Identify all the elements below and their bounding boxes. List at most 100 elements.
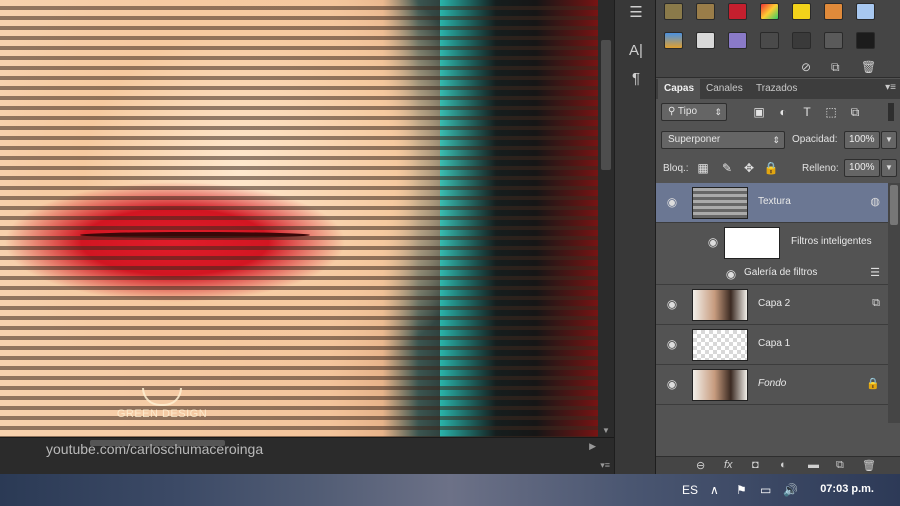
layer-row-capa-1[interactable]: ◉ Capa 1 bbox=[656, 325, 888, 365]
style-swatch[interactable] bbox=[664, 32, 683, 49]
layer-row-textura[interactable]: ◉ Textura ◍ bbox=[656, 183, 888, 223]
properties-sliders-icon[interactable]: ☰ bbox=[624, 2, 648, 24]
smart-filter-badge-icon[interactable]: ◍ bbox=[870, 195, 880, 208]
fill-field[interactable]: 100% bbox=[844, 159, 880, 177]
trash-icon[interactable]: 🗑 bbox=[861, 60, 876, 74]
layer-name[interactable]: Capa 2 bbox=[758, 298, 790, 309]
layer-row-fondo[interactable]: ◉ Fondo 🔒 bbox=[656, 365, 888, 405]
style-swatch[interactable] bbox=[728, 32, 747, 49]
blend-row: Superponer ⇕ Opacidad: 100% ▼ bbox=[656, 128, 900, 152]
document-canvas[interactable]: GREEN DESIGN bbox=[0, 0, 598, 437]
chevron-updown-icon: ⇕ bbox=[714, 107, 722, 117]
layer-thumbnail bbox=[692, 289, 748, 321]
layer-name[interactable]: Textura bbox=[758, 196, 791, 207]
panel-menu-icon[interactable]: ▾≡ bbox=[600, 460, 610, 471]
add-mask-icon[interactable]: ◘ bbox=[752, 459, 759, 471]
layer-row-capa-2[interactable]: ◉ Capa 2 ⧉ bbox=[656, 285, 888, 325]
windows-taskbar: ES ∧ ⚑ ▭ 🔊 07:03 p.m. bbox=[0, 474, 900, 506]
action-center-flag-icon[interactable]: ⚑ bbox=[736, 483, 747, 497]
character-text-icon[interactable]: A| bbox=[624, 40, 648, 62]
lock-position-icon[interactable]: ✥ bbox=[740, 159, 758, 177]
adjustment-layer-icon[interactable]: ◐ bbox=[780, 459, 787, 471]
texture-scanlines bbox=[0, 0, 598, 437]
style-swatch[interactable] bbox=[792, 3, 811, 20]
delete-layer-trash-icon[interactable]: 🗑 bbox=[862, 459, 876, 472]
style-swatch[interactable] bbox=[856, 32, 875, 49]
volume-icon[interactable]: 🔊 bbox=[783, 483, 798, 497]
layers-scrollbar[interactable] bbox=[888, 183, 900, 423]
styles-swatches-grid bbox=[656, 0, 900, 58]
styles-toolbar: ⊘ ⧉ 🗑 bbox=[656, 58, 900, 78]
clear-style-icon[interactable]: ⊘ bbox=[801, 60, 811, 74]
lock-image-pixels-icon[interactable]: ✎ bbox=[718, 159, 736, 177]
youtube-url-overlay: youtube.com/carloschumaceroinga bbox=[46, 441, 264, 457]
style-swatch[interactable] bbox=[824, 3, 843, 20]
adjustment-filter-icon[interactable]: ◐ bbox=[774, 103, 792, 121]
shape-filter-icon[interactable]: ⬚ bbox=[822, 103, 840, 121]
style-swatch[interactable] bbox=[696, 3, 715, 20]
vertical-scroll-thumb[interactable] bbox=[601, 40, 611, 170]
style-swatch[interactable] bbox=[792, 32, 811, 49]
visibility-eye-icon[interactable]: ◉ bbox=[665, 195, 679, 209]
opacity-field[interactable]: 100% bbox=[844, 131, 880, 149]
link-layers-icon[interactable]: ⊖ bbox=[696, 459, 705, 472]
right-panel: ⊘ ⧉ 🗑 Capas Canales Trazados ▾≡ ⚲ Tipo ⇕… bbox=[656, 0, 900, 474]
visibility-eye-icon[interactable]: ◉ bbox=[724, 267, 738, 281]
visibility-eye-icon[interactable]: ◉ bbox=[665, 377, 679, 391]
pixel-filter-icon[interactable]: ▣ bbox=[750, 103, 768, 121]
collapsed-panels-strip: ☰ A| ¶ bbox=[614, 0, 656, 474]
lock-row: Bloq.: ▦ ✎ ✥ 🔒 Relleno: 100% ▼ bbox=[656, 156, 900, 180]
show-hidden-icons-chevron-up-icon[interactable]: ∧ bbox=[710, 483, 719, 497]
tab-capas[interactable]: Capas bbox=[658, 79, 701, 99]
layer-row-smart-filters[interactable]: ◉ Filtros inteligentes bbox=[656, 223, 888, 263]
tab-canales[interactable]: Canales bbox=[700, 79, 749, 99]
style-swatch[interactable] bbox=[728, 3, 747, 20]
layer-name[interactable]: Filtros inteligentes bbox=[791, 236, 872, 247]
scroll-down-arrow-icon[interactable]: ▼ bbox=[602, 426, 610, 435]
tab-trazados[interactable]: Trazados bbox=[750, 79, 803, 99]
layer-thumbnail bbox=[692, 187, 748, 219]
filter-mask-thumbnail[interactable] bbox=[724, 227, 780, 259]
layer-filter-row: ⚲ Tipo ⇕ ▣ ◐ T ⬚ ⧉ bbox=[656, 100, 900, 124]
layer-name[interactable]: Fondo bbox=[758, 378, 786, 389]
fill-label: Relleno: bbox=[802, 163, 839, 174]
paragraph-icon[interactable]: ¶ bbox=[624, 68, 648, 90]
language-indicator[interactable]: ES bbox=[682, 483, 698, 497]
filter-toggle-switch[interactable] bbox=[888, 103, 894, 121]
smart-object-filter-icon[interactable]: ⧉ bbox=[846, 103, 864, 121]
visibility-eye-icon[interactable]: ◉ bbox=[706, 235, 720, 249]
layer-thumbnail bbox=[692, 329, 748, 361]
canvas-vertical-scrollbar[interactable]: ▼ bbox=[598, 0, 614, 437]
layer-style-fx-icon[interactable]: fx bbox=[724, 459, 733, 471]
lock-transparent-pixels-icon[interactable]: ▦ bbox=[694, 159, 712, 177]
type-filter-icon[interactable]: T bbox=[798, 103, 816, 121]
layer-name[interactable]: Galería de filtros bbox=[744, 267, 817, 278]
network-icon[interactable]: ▭ bbox=[760, 483, 771, 497]
style-swatch[interactable] bbox=[664, 3, 683, 20]
new-group-folder-icon[interactable]: ▬ bbox=[808, 459, 819, 471]
panel-options-menu-icon[interactable]: ▾≡ bbox=[885, 82, 896, 93]
layers-scroll-thumb[interactable] bbox=[890, 185, 898, 225]
lock-label: Bloq.: bbox=[663, 163, 689, 174]
opacity-dropdown-button[interactable]: ▼ bbox=[881, 131, 897, 149]
lock-all-icon[interactable]: 🔒 bbox=[762, 159, 780, 177]
style-swatch[interactable] bbox=[824, 32, 843, 49]
fill-dropdown-button[interactable]: ▼ bbox=[881, 159, 897, 177]
layers-panel-footer: ⊖ fx ◘ ◐ ▬ ⧉ 🗑 bbox=[656, 456, 900, 474]
style-swatch[interactable] bbox=[760, 32, 779, 49]
smart-object-badge-icon: ⧉ bbox=[872, 297, 880, 309]
visibility-eye-icon[interactable]: ◉ bbox=[665, 337, 679, 351]
clock[interactable]: 07:03 p.m. bbox=[820, 483, 874, 495]
visibility-eye-icon[interactable]: ◉ bbox=[665, 297, 679, 311]
style-swatch[interactable] bbox=[760, 3, 779, 20]
layer-name[interactable]: Capa 1 bbox=[758, 338, 790, 349]
style-swatch[interactable] bbox=[856, 3, 875, 20]
layer-row-filter-gallery[interactable]: ◉ Galería de filtros ☰ bbox=[656, 263, 888, 285]
scroll-right-arrow-icon[interactable]: ▶ bbox=[589, 441, 596, 452]
new-layer-icon[interactable]: ⧉ bbox=[836, 459, 844, 472]
filter-options-icon[interactable]: ☰ bbox=[870, 266, 880, 279]
blend-mode-dropdown[interactable]: Superponer ⇕ bbox=[661, 131, 785, 149]
new-style-icon[interactable]: ⧉ bbox=[831, 60, 840, 75]
filter-kind-dropdown[interactable]: ⚲ Tipo ⇕ bbox=[661, 103, 727, 121]
style-swatch[interactable] bbox=[696, 32, 715, 49]
